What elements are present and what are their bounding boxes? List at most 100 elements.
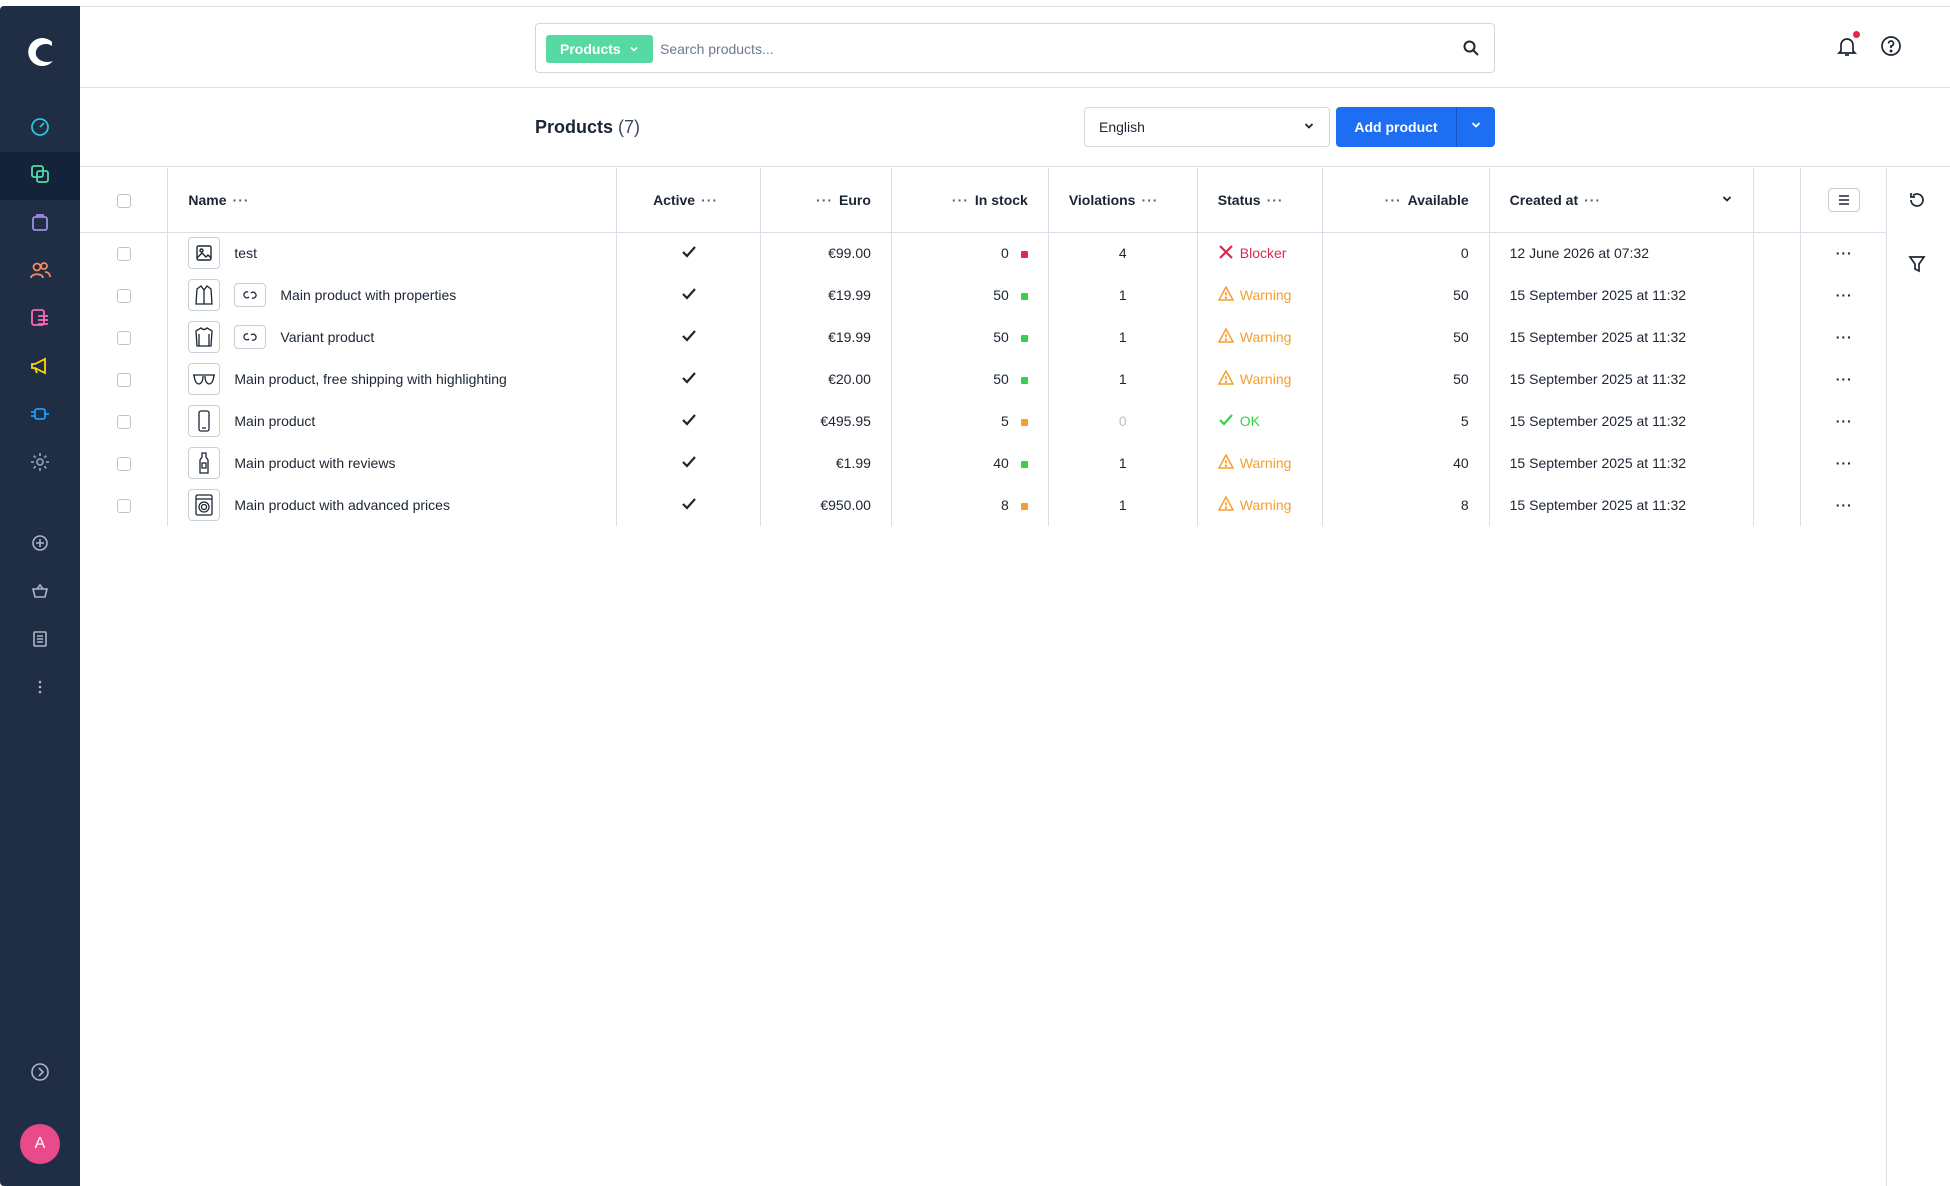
grid-settings-button[interactable] <box>1828 187 1861 212</box>
nav-dashboard[interactable] <box>0 104 80 152</box>
nav-basket[interactable] <box>0 569 80 617</box>
row-checkbox[interactable] <box>116 331 131 346</box>
cell-name[interactable]: Main product, free shipping with highlig… <box>167 358 618 400</box>
nav-marketing[interactable] <box>0 344 80 392</box>
column-menu-icon[interactable]: ··· <box>233 192 250 208</box>
search-module-selector[interactable]: Products <box>546 35 653 63</box>
search-icon[interactable] <box>1462 39 1480 62</box>
row-checkbox[interactable] <box>116 415 131 430</box>
nav-settings[interactable] <box>0 440 80 488</box>
stock-value: 50 <box>993 371 1009 387</box>
sort-chevron-down-icon[interactable] <box>1721 192 1733 208</box>
help-icon[interactable] <box>1880 35 1902 62</box>
row-checkbox[interactable] <box>116 289 131 304</box>
cell-stock: 50 <box>891 316 1049 358</box>
row-actions-menu-icon[interactable]: ··· <box>1836 245 1853 261</box>
cell-name[interactable]: test <box>167 232 618 274</box>
cell-status: Warning <box>1197 358 1323 400</box>
table-row[interactable]: test €99.00 0 4 Blocker 0 12 June 2026 a… <box>80 232 1887 274</box>
table-row[interactable]: Main product, free shipping with highlig… <box>80 358 1887 400</box>
refresh-icon[interactable] <box>1907 190 1927 215</box>
search-input[interactable] <box>660 36 1440 62</box>
nav-extensions[interactable] <box>0 392 80 440</box>
table-row[interactable]: Main product with reviews €1.99 40 1 War… <box>80 442 1887 484</box>
column-menu-icon[interactable]: ··· <box>1141 192 1158 208</box>
cell-active <box>616 484 762 526</box>
notifications-bell-icon[interactable] <box>1836 31 1860 62</box>
row-actions-menu-icon[interactable]: ··· <box>1836 497 1853 513</box>
cell-stock: 5 <box>891 400 1049 442</box>
table-row[interactable]: Main product with advanced prices €950.0… <box>80 484 1887 526</box>
column-euro[interactable]: ··· Euro <box>760 168 892 233</box>
nav-add[interactable] <box>0 521 80 569</box>
select-all-checkbox[interactable] <box>116 193 131 208</box>
nav-store[interactable] <box>0 617 80 665</box>
table-row[interactable]: Variant product €19.99 50 1 Warning 50 1… <box>80 316 1887 358</box>
cell-available: 40 <box>1322 442 1490 484</box>
product-name[interactable]: Main product with properties <box>280 287 456 303</box>
row-checkbox[interactable] <box>116 373 131 388</box>
column-menu-icon[interactable]: ··· <box>1385 192 1402 208</box>
collapse-sidebar-icon[interactable] <box>28 1060 52 1089</box>
cell-name[interactable]: Main product with reviews <box>167 442 618 484</box>
column-menu-icon[interactable]: ··· <box>1267 192 1284 208</box>
row-actions-menu-icon[interactable]: ··· <box>1836 329 1853 345</box>
status-label: Blocker <box>1239 245 1287 262</box>
status-badge: Warning <box>1217 327 1291 346</box>
product-name[interactable]: Variant product <box>280 329 374 345</box>
nav-orders[interactable] <box>0 200 80 248</box>
nav-customers[interactable] <box>0 248 80 296</box>
cell-violations: 1 <box>1048 316 1198 358</box>
product-name[interactable]: Main product, free shipping with highlig… <box>234 371 506 387</box>
table-row[interactable]: Main product €495.95 5 0 OK 5 15 Septemb… <box>80 400 1887 442</box>
status-warning-icon <box>1217 453 1235 472</box>
cell-name[interactable]: Main product <box>167 400 618 442</box>
nav-catalogues[interactable] <box>0 152 80 200</box>
stock-indicator <box>1020 502 1028 510</box>
nav-content[interactable] <box>0 296 80 344</box>
cell-price: €20.00 <box>760 358 892 400</box>
cell-price: €19.99 <box>760 274 892 316</box>
filter-icon[interactable] <box>1907 254 1927 279</box>
cell-name[interactable]: Main product with properties <box>167 274 618 316</box>
right-sidebar <box>1886 168 1950 1186</box>
row-checkbox[interactable] <box>116 499 131 514</box>
column-menu-icon[interactable]: ··· <box>816 192 833 208</box>
column-status[interactable]: Status ··· <box>1197 168 1323 233</box>
row-checkbox[interactable] <box>116 457 131 472</box>
add-product-button[interactable]: Add product <box>1336 107 1456 147</box>
cell-price: €495.95 <box>760 400 892 442</box>
column-available[interactable]: ··· Available <box>1322 168 1490 233</box>
product-name[interactable]: Main product <box>234 413 315 429</box>
column-in-stock-label: In stock <box>974 191 1028 208</box>
column-menu-icon[interactable]: ··· <box>1584 192 1601 208</box>
product-name[interactable]: test <box>234 245 257 261</box>
product-name[interactable]: Main product with advanced prices <box>234 497 450 513</box>
row-checkbox[interactable] <box>116 247 131 262</box>
row-actions-menu-icon[interactable]: ··· <box>1836 413 1853 429</box>
shopware-logo-icon[interactable] <box>22 34 58 70</box>
row-actions-menu-icon[interactable]: ··· <box>1836 455 1853 471</box>
stock-value: 50 <box>993 329 1009 345</box>
column-euro-label: Euro <box>839 191 871 208</box>
column-name[interactable]: Name ··· <box>167 168 618 233</box>
avatar[interactable]: A <box>20 1124 60 1164</box>
column-created-at[interactable]: Created at ··· <box>1489 168 1754 233</box>
cell-price: €19.99 <box>760 316 892 358</box>
row-actions-menu-icon[interactable]: ··· <box>1836 287 1853 303</box>
column-menu-icon[interactable]: ··· <box>952 192 969 208</box>
nav-more[interactable] <box>0 665 80 713</box>
row-actions-menu-icon[interactable]: ··· <box>1836 371 1853 387</box>
cell-available: 0 <box>1322 232 1490 274</box>
column-violations[interactable]: Violations ··· <box>1048 168 1198 233</box>
gear-icon <box>29 451 51 478</box>
cell-name[interactable]: Main product with advanced prices <box>167 484 618 526</box>
table-row[interactable]: Main product with properties €19.99 50 1… <box>80 274 1887 316</box>
cell-name[interactable]: Variant product <box>167 316 618 358</box>
column-active[interactable]: Active ··· <box>616 168 762 233</box>
column-menu-icon[interactable]: ··· <box>701 192 718 208</box>
column-in-stock[interactable]: ··· In stock <box>891 168 1049 233</box>
add-product-dropdown-button[interactable] <box>1456 107 1495 147</box>
product-name[interactable]: Main product with reviews <box>234 455 395 471</box>
language-select[interactable]: English <box>1084 107 1330 147</box>
